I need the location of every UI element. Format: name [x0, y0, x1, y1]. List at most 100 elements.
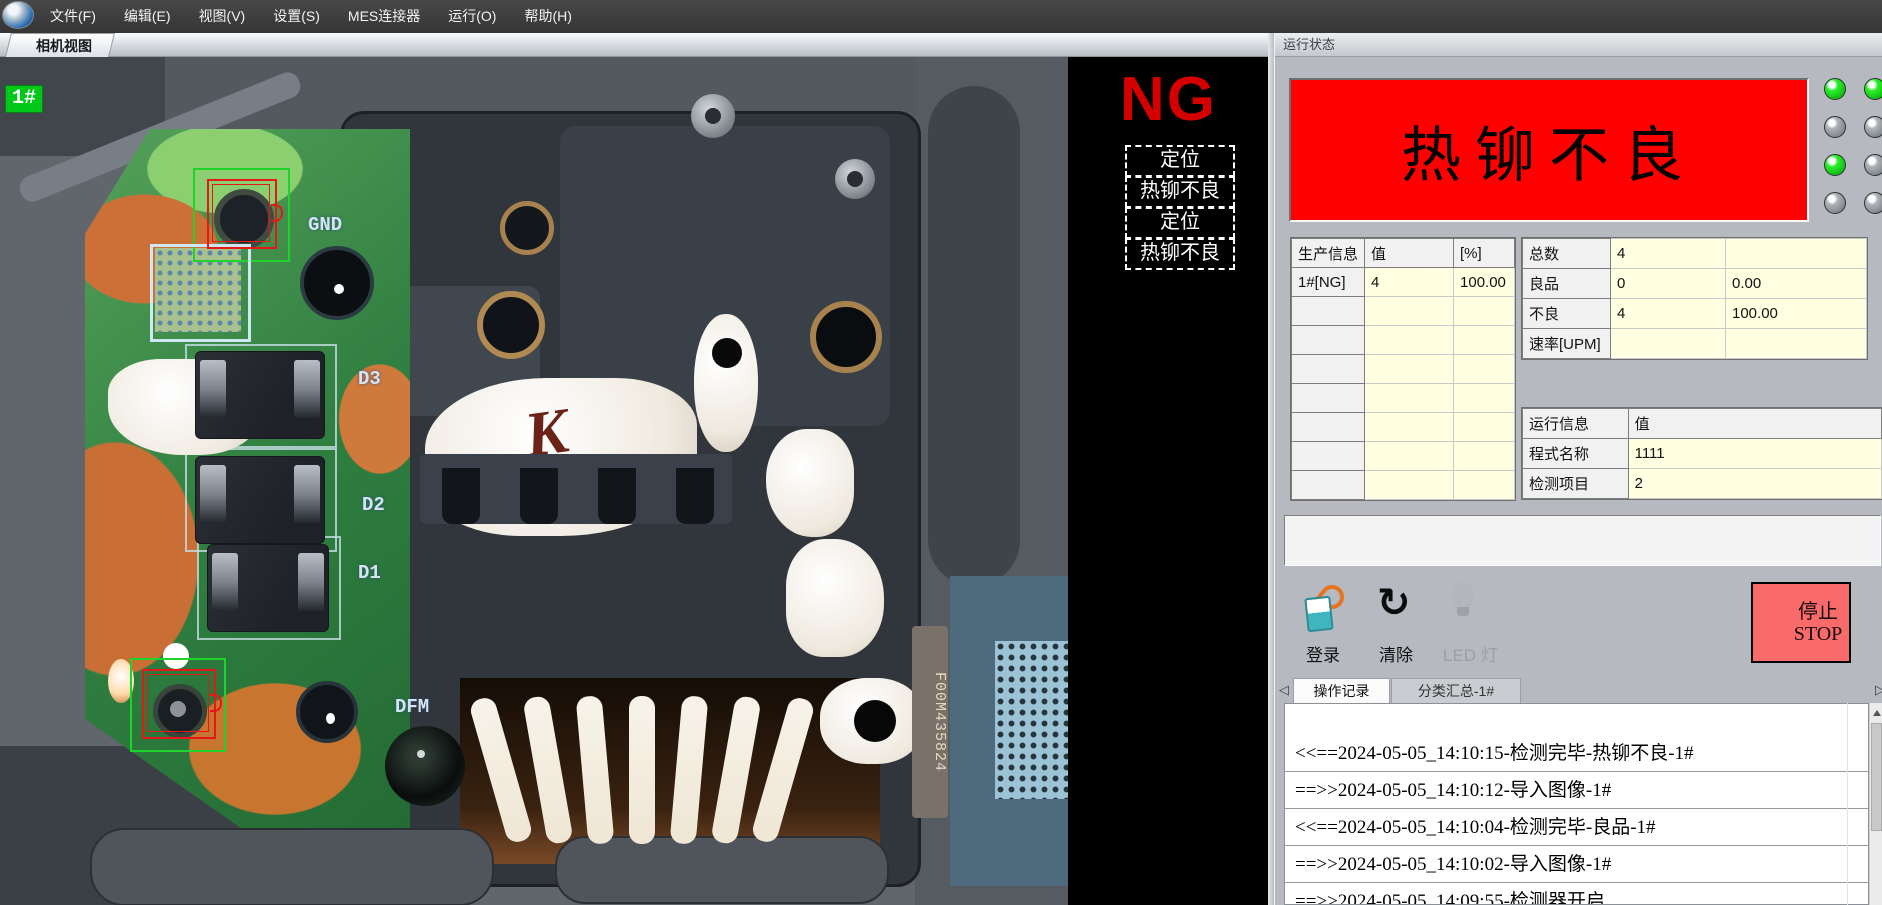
camera-viewport[interactable]: GND D3 D2 D1 DFM	[0, 56, 1268, 905]
tab-operation-log[interactable]: 操作记录	[1293, 678, 1390, 703]
table-cell	[1454, 384, 1515, 413]
tab-scroll-left-icon[interactable]: ◁	[1279, 682, 1289, 698]
label-datamatrix	[995, 641, 1068, 799]
metal-patch-r3	[820, 678, 924, 764]
table-cell	[1365, 326, 1454, 355]
diode-d2	[195, 456, 325, 544]
tab-camera-view-label[interactable]: 相机视图	[14, 36, 114, 56]
runinfo-table-wrap: 运行信息值程式名称1111检测项目2	[1521, 407, 1882, 500]
screw-bottom-mid	[296, 681, 358, 743]
table-cell	[1454, 442, 1515, 471]
led-lamp-icon[interactable]	[1447, 581, 1479, 627]
summary-table: 总数4良品00.00不良4100.00速率[UPM]	[1522, 238, 1867, 359]
table-cell: 1111	[1628, 439, 1881, 469]
diode-d3	[195, 351, 325, 439]
status-light-col1-2	[1824, 116, 1846, 138]
tab-class-summary[interactable]: 分类汇总-1#	[1391, 678, 1521, 703]
log-entry[interactable]: ==>>2024-05-05_14:09:55-检测器开启	[1285, 883, 1868, 905]
menu-item-2[interactable]: 视图(V)	[185, 0, 260, 33]
table-cell	[1454, 413, 1515, 442]
table-cell: 0	[1611, 269, 1726, 299]
menu-item-4[interactable]: MES连接器	[334, 0, 434, 33]
clear-icon[interactable]: ↻	[1377, 583, 1417, 623]
pane-splitter[interactable]	[1268, 33, 1274, 905]
stop-button-cn: 停止	[1798, 601, 1838, 623]
message-box	[1284, 515, 1881, 566]
table-cell	[1292, 384, 1365, 413]
station-badge: 1#	[5, 85, 43, 113]
scrollbar-thumb[interactable]	[1871, 723, 1882, 831]
scrollbar-up-icon[interactable]	[1873, 710, 1881, 716]
log-entry[interactable]: <<==2024-05-05_14:10:04-检测完毕-良品-1#	[1285, 809, 1868, 846]
diode-d1	[207, 544, 329, 632]
menu-item-5[interactable]: 运行(O)	[434, 0, 510, 33]
pcb-label-d3: D3	[358, 368, 381, 390]
table-cell	[1292, 413, 1365, 442]
status-light-col1-1	[1824, 78, 1846, 100]
finding-box: 定位	[1125, 207, 1235, 239]
log-grid-line	[1847, 703, 1848, 905]
hole-gold-1	[500, 201, 554, 255]
table-cell	[1292, 326, 1365, 355]
table-cell	[1454, 297, 1515, 326]
table-cell	[1365, 297, 1454, 326]
table-cell	[1292, 442, 1365, 471]
post-top-1	[691, 94, 735, 138]
table-cell: 4	[1365, 268, 1454, 297]
status-light-col1-3	[1824, 154, 1846, 176]
fixture-bar-2	[555, 836, 889, 904]
stop-button[interactable]: 停止 STOP	[1751, 582, 1851, 663]
table-cell: 100.00	[1454, 268, 1515, 297]
table-cell	[1365, 413, 1454, 442]
production-table-wrap: 生产信息值[%]1#[NG]4100.00	[1290, 237, 1516, 501]
menu-items: 文件(F)编辑(E)视图(V)设置(S)MES连接器运行(O)帮助(H)	[36, 0, 586, 33]
menu-item-1[interactable]: 编辑(E)	[110, 0, 185, 33]
menu-item-6[interactable]: 帮助(H)	[510, 0, 585, 33]
login-icon[interactable]	[1304, 585, 1350, 631]
table-cell: 4	[1611, 239, 1726, 269]
login-button[interactable]: 登录	[1306, 641, 1340, 666]
log-entry[interactable]: <<==2024-05-05_14:10:15-检测完毕-热铆不良-1#	[1285, 735, 1868, 772]
operation-log-list[interactable]: <<==2024-05-05_14:10:15-检测完毕-热铆不良-1#==>>…	[1284, 703, 1869, 905]
fixture-channel	[928, 86, 1020, 586]
menu-item-3[interactable]: 设置(S)	[259, 0, 334, 33]
table-cell	[1365, 471, 1454, 500]
result-banner-text: 热铆不良	[1401, 107, 1697, 194]
pcb-label-d2: D2	[362, 494, 385, 516]
inspection-photo: GND D3 D2 D1 DFM	[0, 56, 1068, 905]
post-top-2	[835, 159, 875, 199]
pcb-label-gnd: GND	[308, 214, 342, 236]
production-table: 生产信息值[%]1#[NG]4100.00	[1291, 238, 1515, 500]
table-cell: 100.00	[1726, 299, 1867, 329]
table-cell	[1726, 239, 1867, 269]
table-cell: 0.00	[1726, 269, 1867, 299]
log-entry[interactable]: ==>>2024-05-05_14:10:12-导入图像-1#	[1285, 772, 1868, 809]
table-cell	[1292, 471, 1365, 500]
menu-bar: 文件(F)编辑(E)视图(V)设置(S)MES连接器运行(O)帮助(H)	[0, 0, 1882, 33]
overlay-cyan-box-datamatrix	[150, 244, 251, 342]
solder-dome	[385, 726, 465, 806]
metal-patch-r1	[766, 429, 854, 537]
table-cell: 程式名称	[1523, 439, 1629, 469]
metal-patch-tall	[694, 314, 758, 452]
status-light-col2-3	[1864, 154, 1882, 176]
clear-button[interactable]: 清除	[1379, 641, 1413, 666]
status-light-col2-2	[1864, 116, 1882, 138]
runinfo-table: 运行信息值程式名称1111检测项目2	[1522, 408, 1882, 499]
hole-gold-2	[477, 291, 545, 359]
menu-item-0[interactable]: 文件(F)	[36, 0, 110, 33]
log-scrollbar[interactable]	[1869, 703, 1882, 905]
table-cell	[1292, 355, 1365, 384]
led-lamp-button[interactable]: LED 灯	[1443, 641, 1498, 666]
run-status-panel: 运行状态 热铆不良 生产信息值[%]1#[NG]4100.00 总数4良品00.…	[1274, 33, 1882, 905]
table-cell: 2	[1628, 469, 1881, 499]
tab-scroll-right-icon[interactable]: ▷	[1875, 682, 1882, 698]
table-cell: 不良	[1523, 299, 1611, 329]
hole-gold-3	[810, 301, 882, 373]
machine-vision-app: 文件(F)编辑(E)视图(V)设置(S)MES连接器运行(O)帮助(H) 相机视…	[0, 0, 1882, 905]
table-cell: 4	[1611, 299, 1726, 329]
table-cell: 良品	[1523, 269, 1611, 299]
log-entry[interactable]: ==>>2024-05-05_14:10:02-导入图像-1#	[1285, 846, 1868, 883]
table-cell	[1454, 355, 1515, 384]
table-cell	[1454, 326, 1515, 355]
